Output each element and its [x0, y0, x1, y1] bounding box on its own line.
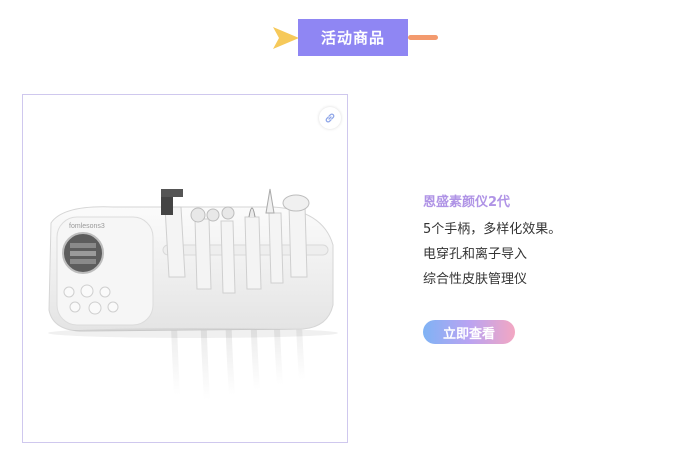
section-title: 活动商品	[298, 19, 408, 56]
arrow-right-icon	[273, 27, 299, 49]
product-description-line: 5个手柄，多样化效果。	[423, 222, 562, 237]
product-image[interactable]: fomlesons3	[22, 94, 348, 443]
link-icon[interactable]	[319, 107, 341, 129]
product-name: 恩盛素颜仪2代	[423, 195, 511, 210]
beauty-device-illustration: fomlesons3	[48, 188, 338, 403]
product-description-line: 电穿孔和离子导入	[423, 247, 528, 262]
product-info: 恩盛素颜仪2代 5个手柄，多样化效果。 电穿孔和离子导入 综合性皮肤管理仪	[423, 194, 561, 292]
view-now-button[interactable]: 立即查看	[423, 320, 515, 344]
device-brand-label: fomlesons3	[69, 223, 105, 230]
title-underline-decoration	[408, 35, 438, 40]
section-header: 活动商品	[0, 0, 699, 70]
product-description-line: 综合性皮肤管理仪	[423, 272, 528, 287]
link-icon-glyph	[325, 113, 335, 123]
